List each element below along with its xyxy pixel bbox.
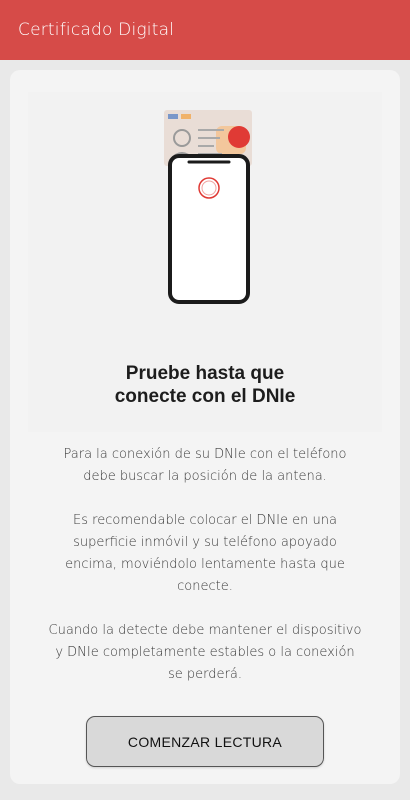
instruction-line: se perderá. [168, 667, 242, 682]
instruction-line: Cuando la detecte debe mantener el dispo… [48, 623, 362, 638]
headline-line-1: Pruebe hasta que [125, 363, 285, 384]
instruction-paragraph-3: Cuando la detecte debe mantener el dispo… [10, 620, 400, 686]
start-reading-button[interactable]: COMENZAR LECTURA [86, 716, 324, 767]
app-bar: Certificado Digital [0, 0, 410, 60]
instruction-paragraph-2: Es recomendable colocar el DNIe en una s… [10, 510, 400, 598]
instruction-line: conecte. [177, 579, 233, 594]
instruction-line: Es recomendable colocar el DNIe en una [73, 513, 337, 528]
illustration-panel: Pruebe hasta que conecte con el DNIe [28, 92, 382, 432]
headline-line-2: conecte con el DNIe [114, 386, 296, 407]
headline: Pruebe hasta que conecte con el DNIe [28, 362, 382, 408]
instruction-line: y DNIe completamente estables o la conex… [55, 645, 355, 660]
instruction-line: superficie inmóvil y su teléfono apoyado [73, 535, 337, 550]
instruction-line: encima, moviéndolo lentamente hasta que [65, 557, 345, 572]
instruction-paragraph-1: Para la conexión de su DNIe con el teléf… [10, 444, 400, 488]
instruction-line: Para la conexión de su DNIe con el teléf… [63, 447, 347, 462]
phone-over-dnie-card-icon [164, 110, 252, 304]
instruction-card: Pruebe hasta que conecte con el DNIe Par… [10, 70, 400, 784]
app-title: Certificado Digital [18, 20, 175, 40]
instruction-line: debe buscar la posición de la antena. [83, 469, 327, 484]
